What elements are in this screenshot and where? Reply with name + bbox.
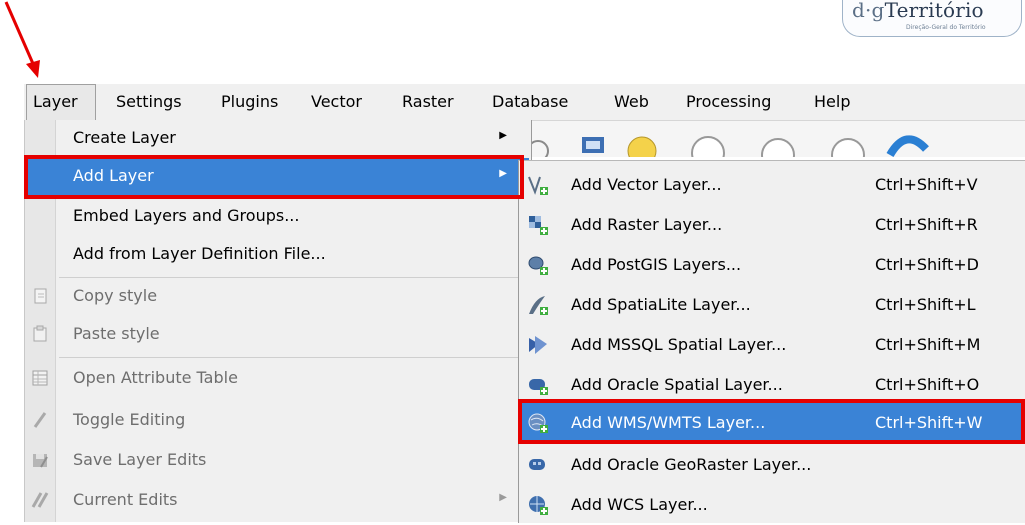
- menu-bar: Layer Settings Plugins Vector Raster Dat…: [24, 84, 1025, 121]
- submenu-item-add-mssql-spatial-layer[interactable]: Add MSSQL Spatial Layer... Ctrl+Shift+M: [519, 325, 1025, 365]
- annotation-box-add-wms: [518, 399, 1025, 444]
- submenu-arrow-icon: ▶: [499, 492, 507, 503]
- toolbar: [527, 121, 1025, 172]
- menu-item-toggle-editing[interactable]: Toggle Editing: [25, 402, 529, 440]
- dgterritorio-logo: d·gTerritório Direção-Geral do Territóri…: [842, 0, 1022, 42]
- menu-raster[interactable]: Raster: [396, 84, 460, 120]
- menu-item-add-from-definition[interactable]: Add from Layer Definition File...: [25, 236, 529, 274]
- submenu-item-add-raster-layer[interactable]: Add Raster Layer... Ctrl+Shift+R: [519, 205, 1025, 245]
- oracle-icon: [529, 379, 548, 395]
- submenu-item-add-wcs-layer[interactable]: Add WCS Layer...: [519, 485, 1025, 525]
- submenu-item-add-vector-layer[interactable]: Add Vector Layer... Ctrl+Shift+V: [519, 165, 1025, 205]
- logo-prefix: d·g: [852, 0, 885, 22]
- submenu-item-add-postgis-layers[interactable]: Add PostGIS Layers... Ctrl+Shift+D: [519, 245, 1025, 285]
- annotation-arrow: [4, 1, 40, 78]
- menu-separator: [59, 357, 525, 358]
- submenu-arrow-icon: ▶: [499, 130, 507, 141]
- add-layer-submenu: Add Vector Layer... Ctrl+Shift+V Add Ras…: [518, 160, 1025, 523]
- menu-item-copy-style[interactable]: Copy style: [25, 278, 529, 316]
- vector-layer-icon: [528, 176, 548, 195]
- menu-layer[interactable]: Layer: [26, 84, 96, 120]
- current-edits-icon: [31, 492, 49, 508]
- mssql-icon: [529, 336, 547, 354]
- toolbar-icons: [527, 135, 929, 172]
- menu-item-embed-layers[interactable]: Embed Layers and Groups...: [25, 198, 529, 236]
- menu-item-open-attribute-table[interactable]: Open Attribute Table: [25, 360, 529, 398]
- logo-brand: Território: [884, 0, 984, 22]
- menu-item-create-layer[interactable]: Create Layer ▶: [25, 120, 529, 158]
- paste-style-icon: [33, 325, 47, 342]
- menu-item-save-layer-edits[interactable]: Save Layer Edits: [25, 442, 529, 480]
- save-edits-icon: [33, 454, 48, 468]
- spatialite-icon: [529, 296, 548, 315]
- menu-processing[interactable]: Processing: [680, 84, 777, 120]
- menu-item-paste-style[interactable]: Paste style: [25, 316, 529, 354]
- submenu-item-add-spatialite-layer[interactable]: Add SpatiaLite Layer... Ctrl+Shift+L: [519, 285, 1025, 325]
- menu-vector[interactable]: Vector: [305, 84, 368, 120]
- annotation-box-add-layer: [24, 155, 524, 199]
- logo-text: d·gTerritório: [852, 0, 984, 22]
- postgis-icon: [528, 256, 548, 275]
- attribute-table-icon: [32, 370, 48, 386]
- menu-item-current-edits[interactable]: Current Edits ▶: [25, 482, 529, 520]
- pencil-icon: [33, 412, 47, 428]
- menu-database[interactable]: Database: [486, 84, 574, 120]
- menu-plugins[interactable]: Plugins: [215, 84, 284, 120]
- copy-style-icon: [34, 288, 47, 304]
- menu-settings[interactable]: Settings: [110, 84, 188, 120]
- georaster-icon: [529, 459, 545, 470]
- logo-subtitle: Direção-Geral do Território: [906, 24, 986, 31]
- submenu-item-add-oracle-georaster-layer[interactable]: Add Oracle GeoRaster Layer...: [519, 445, 1025, 485]
- menu-web[interactable]: Web: [608, 84, 655, 120]
- wcs-icon: [529, 496, 548, 515]
- menu-help[interactable]: Help: [808, 84, 856, 120]
- raster-layer-icon: [529, 216, 548, 235]
